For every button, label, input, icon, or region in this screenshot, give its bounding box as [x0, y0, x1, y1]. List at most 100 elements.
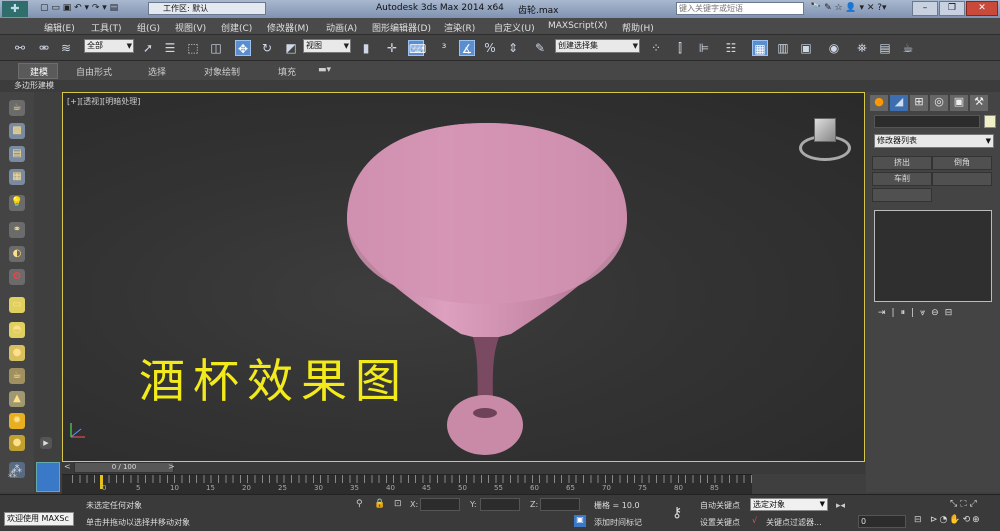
display-tab-icon[interactable]: ▣ — [950, 95, 968, 111]
tab-selection[interactable]: 选择 — [148, 65, 166, 78]
bowl-icon[interactable]: ☕ — [9, 368, 25, 384]
grid-icon[interactable]: ▦ — [9, 169, 25, 185]
box-icon[interactable]: ▭ — [9, 297, 25, 313]
sun-icon[interactable]: ✹ — [9, 413, 25, 429]
manipulate-icon[interactable]: ✛ — [384, 40, 400, 56]
tab-object-paint[interactable]: 对象绘制 — [204, 65, 240, 78]
menu-help[interactable]: 帮助(H) — [622, 21, 654, 34]
menu-edit[interactable]: 编辑(E) — [44, 21, 75, 34]
link-icon[interactable]: ⚯ — [12, 40, 28, 56]
motion-tab-icon[interactable]: ◎ — [930, 95, 948, 111]
search-input[interactable]: 键入关键字或短语 — [676, 2, 804, 15]
modify-tab-icon[interactable]: ◢ — [890, 95, 908, 111]
cone-icon[interactable]: ▲ — [9, 391, 25, 407]
infocenter-icons[interactable]: 🔭 ✎ ☆ 👤 ▾ ✕ ?▾ — [810, 3, 887, 13]
menu-customize[interactable]: 自定义(U) — [494, 21, 535, 34]
key-icon[interactable]: ⚷ — [672, 505, 682, 521]
modifier-stack[interactable] — [874, 210, 992, 302]
panel-icon[interactable]: ▤ — [9, 146, 25, 162]
minimize-button[interactable]: – — [912, 1, 938, 16]
modifier-list-dropdown[interactable]: 修改器列表 ▼ — [874, 134, 994, 148]
menu-modifiers[interactable]: 修改器(M) — [267, 21, 309, 34]
sphere-half-icon[interactable]: ◐ — [9, 246, 25, 262]
menu-rendering[interactable]: 渲染(R) — [444, 21, 475, 34]
selection-filter-dropdown[interactable]: 全部 — [84, 39, 134, 53]
select-by-name-icon[interactable]: ☰ — [162, 40, 178, 56]
key-mode-dropdown[interactable]: 选定对象 ▼ — [750, 498, 828, 511]
create-tab-icon[interactable]: ● — [870, 95, 888, 111]
image-icon[interactable]: ▩ — [9, 123, 25, 139]
nav-icons-bottom[interactable]: ⊳◔✋⟲⊕ — [930, 515, 982, 525]
ref-coord-dropdown[interactable]: 视图 — [303, 39, 351, 53]
menu-animation[interactable]: 动画(A) — [326, 21, 357, 34]
close-button[interactable]: ✕ — [966, 1, 998, 16]
rotate-icon[interactable]: ↻ — [259, 40, 275, 56]
keyboard-shortcut-icon[interactable]: ⌨ — [408, 40, 426, 56]
bind-spacewarp-icon[interactable]: ≋ — [58, 40, 74, 56]
auto-key-label[interactable]: 自动关键点 — [700, 500, 740, 511]
angle-snap-icon[interactable]: ∡ — [459, 40, 475, 56]
curve-editor-icon[interactable]: ⁘ — [648, 40, 664, 56]
sphere-icon[interactable]: ● — [9, 345, 25, 361]
utilities-tab-icon[interactable]: ⚒ — [970, 95, 988, 111]
spinner-snap-icon[interactable]: ⇕ — [505, 40, 521, 56]
extrude-button[interactable]: 挤出 — [872, 156, 932, 170]
prev-frame-icon[interactable]: < — [64, 462, 71, 471]
bevel-button[interactable]: 倒角 — [932, 156, 992, 170]
isolate-icon[interactable]: ⚲ — [356, 499, 363, 509]
menu-group[interactable]: 组(G) — [137, 21, 160, 34]
snap-3-icon[interactable]: ³ — [436, 40, 452, 56]
named-selection-dropdown[interactable]: 创建选择集 — [555, 39, 640, 53]
nav-icons-top[interactable]: ⤡⛶⤢ — [950, 499, 980, 509]
render-teapot-icon[interactable]: ☕ — [900, 40, 916, 56]
link-chain-icon[interactable]: ⚭ — [9, 222, 25, 238]
menu-create[interactable]: 创建(C) — [221, 21, 252, 34]
teapot-icon[interactable]: ☕ — [9, 100, 25, 116]
object-name-field[interactable] — [874, 115, 980, 128]
current-frame-field[interactable]: 0 — [858, 515, 906, 528]
graphite-icon[interactable]: ▦ — [752, 40, 768, 56]
menu-graph-editors[interactable]: 图形编辑器(D) — [372, 21, 431, 34]
empty-modifier-button[interactable] — [932, 172, 992, 186]
ribbon-toggle-icon[interactable]: ▬▾ — [318, 65, 331, 75]
track-view-icon[interactable]: ▥ — [775, 40, 791, 56]
render-frame-icon[interactable]: ▤ — [877, 40, 893, 56]
light-icon[interactable]: 💡 — [9, 195, 25, 211]
rect-region-icon[interactable]: ⬚ — [185, 40, 201, 56]
hierarchy-tab-icon[interactable]: ⊞ — [910, 95, 928, 111]
workspace-dropdown[interactable]: 工作区: 默认 — [148, 2, 266, 15]
stack-controls-icons[interactable]: ⇥|⏸|⩔⊖⊟ — [878, 308, 958, 318]
x-coord-field[interactable] — [420, 498, 460, 511]
abs-mode-icon[interactable]: ⊡ — [394, 499, 402, 509]
tab-freeform[interactable]: 自由形式 — [76, 65, 112, 78]
perspective-viewport[interactable]: [+][透视][明暗处理] 酒杯效果图 — [62, 92, 865, 462]
pivot-icon[interactable]: ▮ — [358, 40, 374, 56]
menu-tools[interactable]: 工具(T) — [91, 21, 122, 34]
scale-icon[interactable]: ◩ — [283, 40, 299, 56]
next-frame-icon[interactable]: > — [168, 462, 175, 471]
maximize-button[interactable]: ❐ — [939, 1, 965, 16]
expand-arrow-icon[interactable]: ▶ — [40, 437, 52, 449]
object-color-swatch[interactable] — [984, 115, 996, 128]
menu-maxscript[interactable]: MAXScript(X) — [548, 21, 607, 31]
lock-icon[interactable]: 🔒 — [374, 499, 385, 509]
y-coord-field[interactable] — [480, 498, 520, 511]
time-tag-icon[interactable]: ▣ — [574, 515, 586, 527]
key-filter-icon[interactable]: √ — [752, 516, 757, 525]
app-logo-icon[interactable]: ✚ — [2, 1, 28, 17]
maxscript-listener[interactable]: 欢迎使用 MAXSc — [4, 512, 74, 526]
empty-modifier-button-2[interactable] — [872, 188, 932, 202]
tab-populate[interactable]: 填充 — [278, 65, 296, 78]
move-icon[interactable]: ✥ — [235, 40, 251, 56]
menu-views[interactable]: 视图(V) — [175, 21, 206, 34]
lathe-button[interactable]: 车削 — [872, 172, 932, 186]
set-key-label[interactable]: 设置关键点 — [700, 517, 740, 528]
ball-icon[interactable]: ● — [9, 435, 25, 451]
z-coord-field[interactable] — [540, 498, 580, 511]
key-filters-button[interactable]: 关键点过滤器... — [766, 517, 822, 528]
select-object-icon[interactable]: ➚ — [140, 40, 156, 56]
timeline-ruler[interactable]: 0 5 10 15 20 25 30 35 40 45 50 55 60 65 … — [62, 474, 752, 494]
window-crossing-icon[interactable]: ◫ — [208, 40, 224, 56]
mirror-icon[interactable]: ⫿ — [672, 40, 688, 56]
dome-icon[interactable]: ◓ — [9, 322, 25, 338]
